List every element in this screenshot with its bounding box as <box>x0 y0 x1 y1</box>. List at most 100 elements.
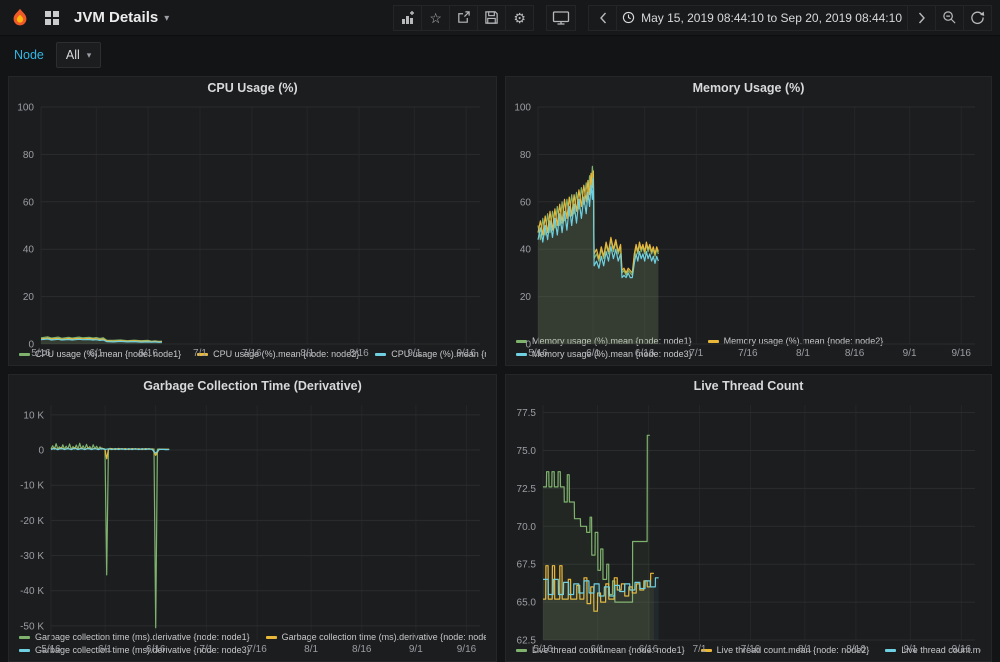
x-tick-label: 9/1 <box>903 644 917 655</box>
x-tick-label: 7/1 <box>199 644 213 655</box>
star-icon: ☆ <box>429 11 442 25</box>
x-tick-label: 8/16 <box>349 348 369 359</box>
x-tick-label: 5/16 <box>41 644 61 655</box>
x-tick-label: 6/1 <box>89 348 103 359</box>
panel-gc-time: Garbage Collection Time (Derivative) 5/1… <box>8 374 497 662</box>
time-forward-button[interactable] <box>907 5 936 31</box>
grafana-logo-icon[interactable] <box>8 6 32 30</box>
navbar: JVM Details ▾ ☆ <box>0 0 1000 36</box>
y-tick-label: 60 <box>520 197 532 208</box>
x-tick-label: 9/1 <box>407 348 421 359</box>
monitor-icon <box>552 10 570 26</box>
zoom-out-button[interactable] <box>935 5 964 31</box>
y-tick-label: 10 K <box>23 410 44 421</box>
x-tick-label: 7/16 <box>741 644 761 655</box>
x-tick-label: 8/16 <box>352 644 372 655</box>
y-tick-label: 60 <box>23 197 35 208</box>
y-tick-label: -20 K <box>20 516 44 527</box>
variable-node-value: All <box>66 48 80 62</box>
memory-usage-chart[interactable]: 5/166/16/167/17/168/18/169/19/1602040608… <box>510 99 987 334</box>
x-tick-label: 6/16 <box>146 644 166 655</box>
add-panel-icon <box>400 10 416 26</box>
x-tick-label: 8/1 <box>304 644 318 655</box>
x-tick-label: 7/16 <box>738 348 758 359</box>
panel-cpu-usage: CPU Usage (%) 5/166/16/167/17/168/18/169… <box>8 76 497 366</box>
y-tick-label: 70.0 <box>517 522 537 533</box>
panel-title[interactable]: CPU Usage (%) <box>9 77 496 99</box>
x-tick-label: 8/16 <box>845 348 865 359</box>
panel-live-thread-count: Live Thread Count 5/16 6/1 6/16 7/1 7/16 8/1 8… <box>505 374 992 662</box>
x-tick-label: 7/16 <box>242 348 262 359</box>
y-tick-label: 62.5 <box>517 636 537 647</box>
x-tick-label: 7/1 <box>193 348 207 359</box>
y-tick-label: 75.0 <box>517 446 537 457</box>
y-tick-label: 40 <box>23 245 35 256</box>
chart-svg: 5/166/16/167/17/168/18/169/19/1610 K0-10… <box>13 397 492 656</box>
y-tick-label: 65.0 <box>517 598 537 609</box>
gear-icon: ⚙ <box>513 11 526 25</box>
chevron-right-icon <box>917 11 927 25</box>
time-back-button[interactable] <box>588 5 617 31</box>
x-tick-label: 9/16 <box>952 348 972 359</box>
chart-svg: 5/166/16/167/17/168/18/169/19/1602040608… <box>510 99 987 360</box>
clock-icon <box>622 11 635 24</box>
refresh-button[interactable] <box>963 5 992 31</box>
star-button[interactable]: ☆ <box>421 5 450 31</box>
live-thread-count-chart[interactable]: 5/166/16/167/17/168/18/169/19/1662.565.0… <box>510 397 987 643</box>
dashboards-grid-icon[interactable] <box>40 6 64 30</box>
settings-button[interactable]: ⚙ <box>505 5 534 31</box>
caret-down-icon: ▾ <box>87 50 92 61</box>
y-tick-label: 100 <box>17 103 34 114</box>
save-button[interactable] <box>477 5 506 31</box>
y-tick-label: 0 <box>28 340 34 351</box>
share-button[interactable] <box>449 5 478 31</box>
variable-label[interactable]: Node <box>10 48 48 62</box>
x-tick-label: 6/1 <box>590 644 604 655</box>
y-tick-label: -40 K <box>20 586 44 597</box>
y-tick-label: 20 <box>520 292 532 303</box>
x-tick-label: 6/16 <box>639 644 659 655</box>
x-tick-label: 9/1 <box>409 644 423 655</box>
time-range-button[interactable]: May 15, 2019 08:44:10 to Sep 20, 2019 08… <box>616 5 908 31</box>
variable-node-select[interactable]: All ▾ <box>56 42 101 68</box>
cpu-usage-chart[interactable]: 5/166/16/167/17/168/18/169/19/1602040608… <box>13 99 492 347</box>
y-tick-label: 0 <box>525 340 531 351</box>
panel-title[interactable]: Live Thread Count <box>506 375 991 397</box>
time-range-text: May 15, 2019 08:44:10 to Sep 20, 2019 08… <box>641 11 902 25</box>
x-tick-label: 6/1 <box>586 348 600 359</box>
panel-title[interactable]: Memory Usage (%) <box>506 77 991 99</box>
x-tick-label: 8/1 <box>798 644 812 655</box>
dashboard-grid: CPU Usage (%) 5/16 6/1 6/16 7/1 7/16 8/1 8/16 9… <box>0 72 1000 662</box>
cycle-view-button[interactable] <box>546 5 576 31</box>
caret-down-icon: ▾ <box>164 11 169 24</box>
x-tick-label: 7/1 <box>693 644 707 655</box>
panel-title[interactable]: Garbage Collection Time (Derivative) <box>9 375 496 397</box>
x-tick-label: 9/16 <box>457 644 477 655</box>
submenu: Node All ▾ <box>0 36 1000 74</box>
x-tick-label: 6/16 <box>635 348 655 359</box>
zoom-out-icon <box>942 10 957 25</box>
chart-svg: 5/16 6/1 6/16 7/1 7/16 8/1 8/16 9/1 9/16 62.5 65.0… <box>510 397 987 656</box>
y-tick-label: 20 <box>23 292 35 303</box>
gc-time-chart[interactable]: 5/166/16/167/17/168/18/169/19/1610 K0-10… <box>13 397 492 630</box>
x-tick-label: 6/1 <box>98 644 112 655</box>
y-tick-label: 0 <box>38 446 44 457</box>
x-tick-label: 8/1 <box>300 348 314 359</box>
x-tick-label: 9/16 <box>952 644 972 655</box>
save-icon <box>484 10 499 25</box>
x-tick-label: 8/16 <box>846 644 866 655</box>
y-tick-label: 72.5 <box>517 484 537 495</box>
x-tick-label: 5/16 <box>31 348 51 359</box>
x-tick-label: 5/16 <box>533 644 553 655</box>
x-tick-label: 9/1 <box>903 348 917 359</box>
chevron-left-icon <box>598 11 608 25</box>
dashboard-title-dropdown[interactable]: JVM Details ▾ <box>74 9 169 26</box>
refresh-icon <box>970 10 985 25</box>
y-tick-label: 80 <box>23 150 35 161</box>
add-panel-button[interactable] <box>393 5 422 31</box>
y-tick-label: 80 <box>520 150 532 161</box>
y-tick-label: 100 <box>514 103 531 114</box>
x-tick-label: 5/16 <box>528 348 548 359</box>
y-tick-label: -10 K <box>20 481 44 492</box>
series-line <box>51 448 169 453</box>
